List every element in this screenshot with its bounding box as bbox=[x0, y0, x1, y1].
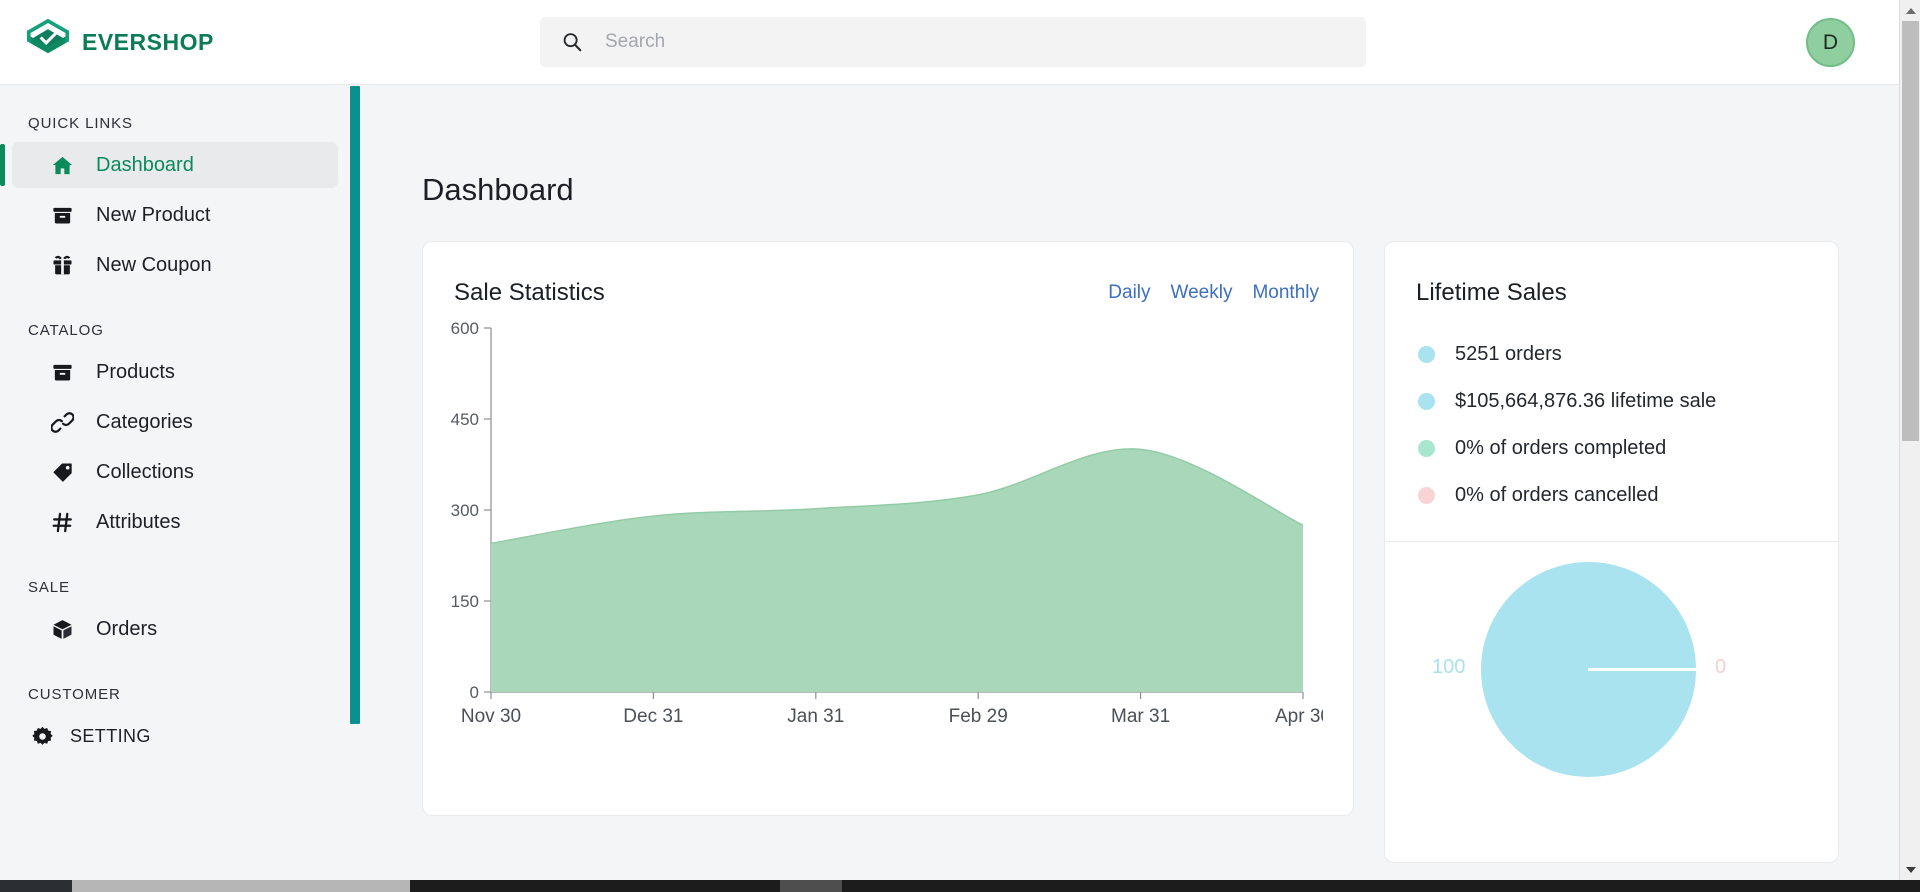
link-icon bbox=[51, 411, 74, 433]
sidebar-item-orders[interactable]: Orders bbox=[12, 606, 338, 652]
lifetime-sales-card: Lifetime Sales 5251 orders $105,664,876.… bbox=[1384, 241, 1839, 863]
orders-pie-chart: 100 0 bbox=[1385, 542, 1838, 842]
sale-statistics-card: Sale Statistics Daily Weekly Monthly 0 15… bbox=[422, 241, 1354, 816]
svg-text:Jan 31: Jan 31 bbox=[787, 706, 844, 727]
sidebar-item-label: Collections bbox=[96, 460, 194, 483]
home-icon bbox=[52, 156, 73, 174]
status-dot bbox=[1418, 487, 1435, 504]
pie-label-left: 100 bbox=[1432, 656, 1466, 678]
list-item: 0% of orders completed bbox=[1385, 425, 1838, 472]
lifetime-sales-title: Lifetime Sales bbox=[1416, 279, 1567, 306]
vertical-scrollbar[interactable] bbox=[1899, 0, 1920, 892]
sidebar-item-new-product[interactable]: New Product bbox=[12, 192, 338, 238]
sidebar-section-catalog: CATALOG bbox=[28, 322, 104, 339]
search-input[interactable] bbox=[605, 17, 1366, 67]
sidebar-item-label: New Coupon bbox=[96, 253, 212, 276]
brand-name: EVERSHOP bbox=[82, 28, 214, 55]
box-icon bbox=[53, 207, 72, 224]
dashboard-cards: Sale Statistics Daily Weekly Monthly 0 15… bbox=[422, 241, 1899, 863]
status-dot bbox=[1418, 393, 1435, 410]
sidebar-item-label: Products bbox=[96, 360, 175, 383]
sidebar-scrollbar-thumb[interactable] bbox=[350, 86, 360, 724]
sidebar-item-label: New Product bbox=[96, 203, 211, 226]
top-bar: EVERSHOP D bbox=[0, 0, 1899, 85]
sidebar-section-sale: SALE bbox=[28, 579, 70, 596]
sidebar-item-collections[interactable]: Collections bbox=[12, 449, 338, 495]
svg-text:450: 450 bbox=[451, 410, 479, 429]
lifetime-sales-header: Lifetime Sales bbox=[1385, 242, 1838, 307]
svg-text:300: 300 bbox=[451, 501, 479, 520]
tab-weekly[interactable]: Weekly bbox=[1171, 282, 1233, 304]
status-dot bbox=[1418, 440, 1435, 457]
sidebar[interactable]: QUICK LINKS Dashboard New Product New Co… bbox=[0, 85, 356, 885]
gift-icon bbox=[53, 255, 72, 274]
list-item: 0% of orders cancelled bbox=[1385, 472, 1838, 519]
sidebar-item-categories[interactable]: Categories bbox=[12, 399, 338, 445]
scroll-down-arrow[interactable] bbox=[1900, 859, 1920, 880]
svg-text:Dec 31: Dec 31 bbox=[623, 706, 683, 727]
svg-text:Apr 30: Apr 30 bbox=[1275, 706, 1323, 727]
brand[interactable]: EVERSHOP bbox=[26, 19, 326, 65]
sale-statistics-chart: 0 150 300 450 600 Nov 30 Dec 31 Jan 31 Feb 29 Mar… bbox=[423, 319, 1353, 750]
horizontal-scrollbar[interactable] bbox=[0, 880, 1920, 892]
search-bar[interactable] bbox=[540, 17, 1366, 67]
box-icon bbox=[53, 364, 72, 381]
sidebar-item-new-coupon[interactable]: New Coupon bbox=[12, 242, 338, 288]
sale-statistics-header: Sale Statistics Daily Weekly Monthly bbox=[423, 242, 1353, 307]
page-title: Dashboard bbox=[422, 172, 574, 207]
pie-split-line bbox=[1588, 668, 1700, 671]
pie-label-right: 0 bbox=[1715, 656, 1727, 678]
vertical-scrollbar-thumb[interactable] bbox=[1902, 21, 1919, 441]
svg-text:600: 600 bbox=[451, 320, 479, 338]
svg-text:Mar 31: Mar 31 bbox=[1111, 706, 1170, 727]
sidebar-item-label: Categories bbox=[96, 410, 193, 433]
stat-orders: 5251 orders bbox=[1455, 343, 1562, 365]
evershop-logo-icon bbox=[26, 19, 70, 54]
hash-icon bbox=[52, 512, 72, 532]
horizontal-scrollbar-secondary[interactable] bbox=[780, 880, 842, 892]
cube-icon bbox=[53, 619, 72, 639]
sidebar-item-attributes[interactable]: Attributes bbox=[12, 499, 338, 545]
svg-text:Feb 29: Feb 29 bbox=[949, 706, 1008, 727]
list-item: $105,664,876.36 lifetime sale bbox=[1385, 378, 1838, 425]
tab-monthly[interactable]: Monthly bbox=[1252, 282, 1319, 304]
horizontal-scrollbar-left-edge bbox=[0, 880, 72, 892]
sidebar-item-label: Orders bbox=[96, 617, 158, 640]
sidebar-item-setting[interactable]: SETTING bbox=[12, 713, 338, 759]
area-chart-svg: 0 150 300 450 600 Nov 30 Dec 31 Jan 31 Feb 29 Mar… bbox=[451, 319, 1331, 727]
status-dot bbox=[1418, 346, 1435, 363]
gear-icon bbox=[32, 726, 53, 745]
sidebar-item-label: SETTING bbox=[70, 725, 151, 746]
sidebar-item-label: Attributes bbox=[96, 510, 181, 533]
stat-cancelled: 0% of orders cancelled bbox=[1455, 484, 1659, 506]
horizontal-scrollbar-thumb[interactable] bbox=[72, 880, 410, 892]
avatar-initial: D bbox=[1822, 30, 1839, 54]
lifetime-stats-list: 5251 orders $105,664,876.36 lifetime sal… bbox=[1385, 307, 1838, 519]
sidebar-item-label: Dashboard bbox=[96, 153, 194, 176]
sidebar-section-customer: CUSTOMER bbox=[28, 686, 121, 703]
svg-text:150: 150 bbox=[451, 592, 479, 611]
svg-text:0: 0 bbox=[470, 683, 479, 702]
scroll-up-arrow[interactable] bbox=[1900, 0, 1920, 21]
sidebar-section-quick-links: QUICK LINKS bbox=[28, 115, 133, 132]
sidebar-scrollbar-track[interactable] bbox=[350, 85, 360, 885]
tab-daily[interactable]: Daily bbox=[1108, 282, 1150, 304]
avatar[interactable]: D bbox=[1806, 18, 1855, 67]
tag-icon bbox=[53, 462, 72, 482]
range-tabs: Daily Weekly Monthly bbox=[1108, 282, 1319, 304]
stat-completed: 0% of orders completed bbox=[1455, 437, 1667, 459]
sale-statistics-title: Sale Statistics bbox=[454, 279, 605, 306]
list-item: 5251 orders bbox=[1385, 331, 1838, 378]
stat-lifetime-sale: $105,664,876.36 lifetime sale bbox=[1455, 390, 1717, 412]
sidebar-item-dashboard[interactable]: Dashboard bbox=[0, 142, 338, 188]
main-content: Dashboard Sale Statistics Daily Weekly M… bbox=[362, 85, 1899, 885]
sidebar-item-products[interactable]: Products bbox=[12, 349, 338, 395]
search-icon bbox=[563, 33, 582, 52]
svg-text:Nov 30: Nov 30 bbox=[461, 706, 521, 727]
